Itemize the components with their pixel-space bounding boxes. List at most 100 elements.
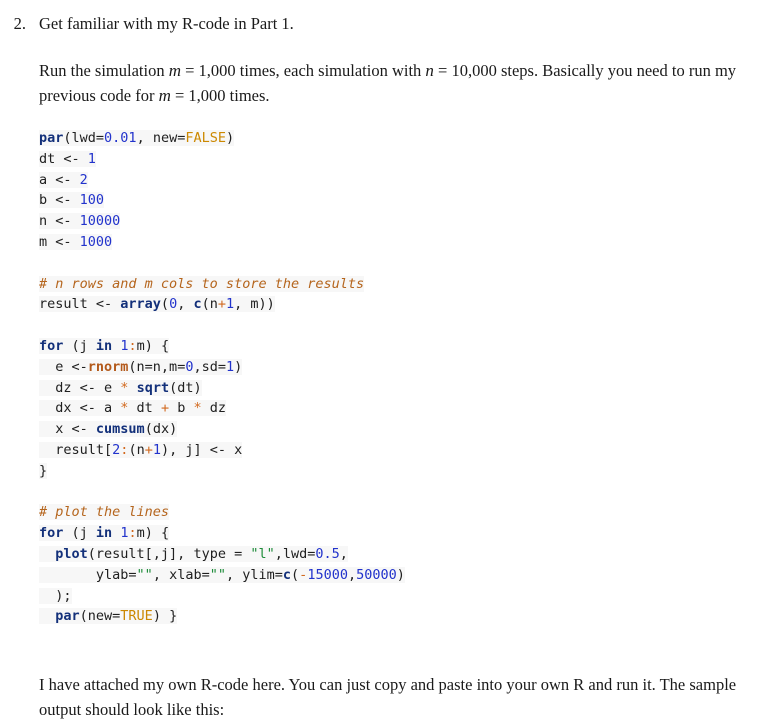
- code-token: (: [291, 566, 300, 583]
- code-token: m <-: [39, 233, 80, 250]
- code-token: 0.01: [104, 130, 137, 146]
- code-line: result[2:(n+1), j] <- x: [39, 440, 599, 461]
- code-token: 2: [79, 171, 88, 188]
- code-line: dz <- e * sqrt(dt): [39, 378, 599, 399]
- code-token: lwd=: [71, 130, 105, 146]
- math-variable-n: n: [425, 61, 434, 80]
- code-token: , xlab=: [152, 566, 210, 583]
- code-token: c: [193, 296, 202, 313]
- code-line: plot(result[,j], type = "l",lwd=0.5,: [39, 544, 599, 565]
- code-token: ,: [339, 545, 348, 562]
- code-token: m) {: [136, 337, 170, 354]
- code-line: }: [39, 461, 599, 482]
- code-token: "": [209, 566, 226, 583]
- code-token: 1000: [79, 233, 113, 250]
- intro-segment-4: = 1,000 times.: [170, 86, 270, 105]
- code-token: for: [39, 525, 64, 542]
- code-token: (n=n,m=: [128, 358, 186, 375]
- code-token: array: [120, 296, 161, 313]
- code-token: (new=: [79, 608, 121, 625]
- numbered-list-item: 2. Get familiar with my R-code in Part 1…: [0, 12, 760, 36]
- code-token: ,sd=: [193, 358, 226, 375]
- code-line: e <-rnorm(n=n,m=0,sd=1): [39, 357, 599, 378]
- code-token: rnorm: [87, 358, 129, 375]
- code-line: ylab="", xlab="", ylim=c(-15000,50000): [39, 565, 599, 586]
- code-token: +: [144, 441, 153, 458]
- code-token: in: [95, 525, 113, 542]
- code-line: );: [39, 586, 599, 607]
- code-token: ) }: [152, 608, 178, 625]
- list-item-marker: 2.: [13, 14, 26, 33]
- code-token: # plot the lines: [39, 504, 170, 521]
- code-token: :: [128, 337, 137, 354]
- code-token: (j: [63, 525, 96, 542]
- code-token: (dx): [144, 421, 178, 438]
- code-token: FALSE: [185, 130, 226, 146]
- intro-paragraph: Run the simulation m = 1,000 times, each…: [39, 58, 739, 108]
- code-token: e <-: [39, 358, 88, 375]
- code-token: (j: [63, 337, 96, 354]
- code-token: ,lwd=: [274, 545, 316, 562]
- list-item-text: Get familiar with my R-code in Part 1.: [39, 14, 294, 33]
- code-token: par: [55, 608, 80, 625]
- code-line: # n rows and m cols to store the results: [39, 274, 599, 295]
- code-token: (: [63, 130, 72, 146]
- code-token: a <-: [39, 171, 80, 188]
- r-code-block[interactable]: par(lwd=0.01, new=FALSE) dt <- 1a <- 2b <…: [39, 128, 599, 627]
- code-token: , new=: [136, 130, 186, 146]
- code-token: ): [225, 130, 235, 146]
- outro-paragraph: I have attached my own R-code here. You …: [39, 675, 737, 719]
- code-token: *: [193, 400, 202, 417]
- code-line: dx <- a * dt + b * dz: [39, 398, 599, 419]
- code-line: for (j in 1:m) {: [39, 336, 599, 357]
- code-token: dx <- a: [39, 400, 121, 417]
- code-token: ): [396, 566, 405, 583]
- code-token: result <-: [39, 296, 121, 313]
- code-token: ,: [177, 296, 194, 313]
- code-token: 10000: [79, 213, 121, 230]
- math-variable-m-2: m: [158, 86, 171, 105]
- intro-segment-2: = 1,000 times, each simulation with: [181, 61, 426, 80]
- code-token: 0: [169, 296, 178, 313]
- code-token: (result[,j], type =: [87, 545, 251, 562]
- code-token: "l": [250, 545, 275, 562]
- code-token: 1: [152, 441, 161, 458]
- code-line: result <- array(0, c(n+1, m)): [39, 294, 599, 315]
- code-line: a <- 2: [39, 170, 599, 191]
- code-token: 0.5: [315, 545, 340, 562]
- code-token: in: [95, 337, 113, 354]
- code-token: ), j] <- x: [160, 441, 243, 458]
- code-token: # n rows and m cols to store the results: [39, 275, 365, 292]
- code-token: cumsum: [95, 421, 145, 438]
- code-token: 15000: [307, 566, 348, 583]
- code-line: x <- cumsum(dx): [39, 419, 599, 440]
- code-token: (n: [201, 296, 218, 313]
- code-token: for: [39, 337, 64, 354]
- code-line: n <- 10000: [39, 211, 599, 232]
- code-token: 1: [226, 296, 235, 313]
- code-token: b: [169, 400, 194, 417]
- code-token: , ylim=: [225, 566, 283, 583]
- code-token: sqrt: [136, 379, 170, 396]
- code-token: (: [160, 296, 170, 313]
- code-token: dt: [128, 400, 161, 417]
- code-token: 50000: [356, 566, 397, 583]
- code-token: plot: [55, 545, 88, 562]
- math-variable-m-1: m: [168, 61, 181, 80]
- code-token: m) {: [136, 525, 170, 542]
- code-line: # plot the lines: [39, 502, 599, 523]
- code-token: "": [136, 566, 153, 583]
- code-token: (n: [128, 441, 145, 458]
- code-line: for (j in 1:m) {: [39, 523, 599, 544]
- code-token: (dt): [169, 379, 202, 396]
- code-token: dz: [201, 400, 226, 417]
- code-token: result[: [39, 441, 113, 458]
- code-token: +: [217, 296, 227, 313]
- code-token: c: [282, 566, 292, 583]
- code-token: ): [234, 358, 243, 375]
